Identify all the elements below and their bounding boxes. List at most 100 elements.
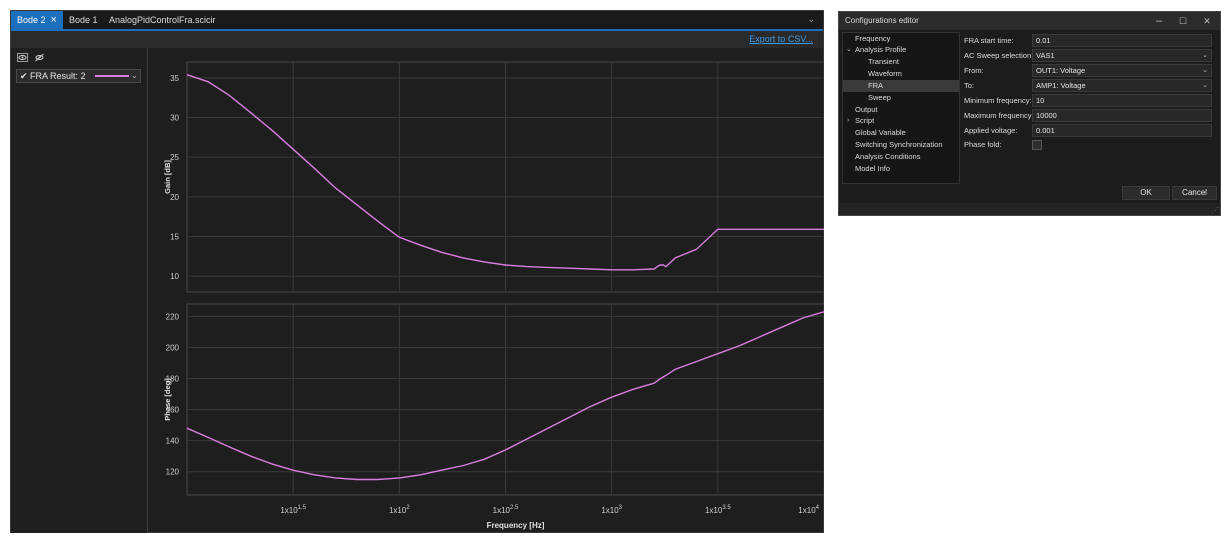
phase-y-tick-label: 220 [166, 312, 180, 321]
chevron-down-icon[interactable]: ⌄ [131, 70, 138, 82]
to-label: To: [964, 81, 975, 90]
tree-item-script[interactable]: › Script [843, 115, 959, 127]
visibility-toolbar [17, 52, 48, 63]
configurations-editor-dialog: Configurations editor – ☐ ✕ Frequency ⌄ A… [838, 11, 1221, 216]
chevron-down-icon: ⌄ [1202, 52, 1208, 59]
tab-label: AnalogPidControlFra.scicir [109, 15, 216, 25]
phase-x-tick-label: 1x103 [601, 505, 622, 515]
tree-item-label: FRA [868, 81, 883, 90]
tree-item-sweep[interactable]: Sweep [843, 92, 959, 104]
phase-fold-label: Phase fold: [964, 140, 1002, 149]
chevron-right-icon[interactable]: › [847, 115, 849, 127]
phase-x-tick-label: 1x104 [798, 505, 819, 515]
tab-bar: Bode 2 × Bode 1 AnalogPidControlFra.scici… [11, 11, 823, 30]
dialog-footer: ⋰ [839, 203, 1220, 215]
phase-chart: 120140160180200220Phase [deg]1x101.5 1x10… [163, 303, 824, 530]
legend-label: FRA Result: 2 [30, 71, 86, 81]
gain-y-tick-label: 30 [170, 114, 179, 123]
chevron-down-icon[interactable]: ⌄ [846, 44, 852, 56]
phase-y-tick-label: 200 [166, 343, 180, 352]
maximize-icon[interactable]: ☐ [1176, 12, 1190, 30]
phase-x-axis-label: Frequency [Hz] [487, 521, 545, 530]
fra-start-time-input[interactable]: 0.01 [1032, 34, 1212, 47]
field-value: OUT1: Voltage [1036, 66, 1086, 75]
chevron-down-icon: ⌄ [1202, 67, 1208, 74]
tree-item-waveform[interactable]: Waveform [843, 68, 959, 80]
tab-bode-1[interactable]: Bode 1 [63, 11, 104, 30]
ac-sweep-selection-label: AC Sweep selection: [964, 51, 1034, 60]
tree-item-label: Analysis Profile [855, 45, 907, 54]
close-icon[interactable]: × [51, 14, 57, 26]
phase-x-tick-label: 1x102.5 [493, 505, 519, 515]
eye-icon[interactable] [17, 52, 28, 62]
phase-y-tick-label: 120 [166, 468, 180, 477]
tree-item-model-info[interactable]: Model Info [843, 163, 959, 175]
tab-analog-pid-control[interactable]: AnalogPidControlFra.scicir [103, 11, 222, 30]
minimum-frequency-label: Minimum frequency: [964, 96, 1032, 105]
tree-item-label: Waveform [868, 69, 902, 78]
tree-item-analysis-conditions[interactable]: Analysis Conditions [843, 151, 959, 163]
fra-settings-form: FRA start time: 0.01 AC Sweep selection:… [962, 32, 1217, 187]
eye-off-icon[interactable] [34, 53, 45, 62]
gain-y-tick-label: 10 [170, 272, 179, 281]
phase-x-tick-label: 1x103.5 [705, 505, 731, 515]
tab-bode-2[interactable]: Bode 2 × [11, 11, 63, 30]
applied-voltage-input[interactable]: 0.001 [1032, 124, 1212, 137]
tree-item-label: Switching Synchronization [855, 140, 943, 149]
tree-item-label: Script [855, 116, 875, 125]
tree-item-switching-synchronization[interactable]: Switching Synchronization [843, 139, 959, 151]
dialog-title-bar: Configurations editor – ☐ ✕ [839, 12, 1220, 30]
legend-item-fra-result-2[interactable]: ✔ FRA Result: 2 ⌄ [16, 69, 141, 83]
maximum-frequency-input[interactable]: 10000 [1032, 109, 1212, 122]
field-value: 10000 [1036, 111, 1057, 120]
minimum-frequency-input[interactable]: 10 [1032, 94, 1212, 107]
tree-item-label: Model Info [855, 164, 891, 173]
tab-list-dropdown-icon[interactable]: ⌄ [807, 14, 815, 25]
legend-line-swatch [95, 75, 129, 77]
ac-sweep-selection-dropdown[interactable]: VAS1 ⌄ [1032, 49, 1212, 62]
phase-x-tick-label: 1x102 [389, 505, 410, 515]
tree-item-fra[interactable]: FRA [843, 80, 959, 92]
from-dropdown[interactable]: OUT1: Voltage ⌄ [1032, 64, 1212, 77]
export-to-csv-link[interactable]: Export to CSV... [749, 34, 813, 44]
tree-item-analysis-profile[interactable]: ⌄ Analysis Profile [843, 44, 959, 56]
resize-grip-icon[interactable]: ⋰ [1211, 206, 1219, 215]
phase-x-tick-label: 1x101.5 [280, 505, 306, 515]
tree-item-label: Global Variable [855, 128, 906, 137]
field-value: VAS1 [1036, 51, 1055, 60]
dialog-title: Configurations editor [845, 16, 919, 25]
tree-item-label: Sweep [868, 93, 891, 102]
ok-button[interactable]: OK [1122, 186, 1170, 200]
tree-item-label: Transient [868, 57, 899, 66]
chevron-down-icon: ⌄ [1202, 82, 1208, 89]
field-value: 0.01 [1036, 36, 1051, 45]
field-value: 0.001 [1036, 126, 1055, 135]
legend-panel: ✔ FRA Result: 2 ⌄ [11, 48, 148, 533]
field-value: AMP1: Voltage [1036, 81, 1086, 90]
to-dropdown[interactable]: AMP1: Voltage ⌄ [1032, 79, 1212, 92]
gain-y-axis-label: Gain [dB] [163, 160, 172, 194]
gain-chart: 101520253035Gain [dB] [163, 61, 824, 293]
phase-y-axis-label: Phase [deg] [163, 378, 172, 421]
tree-item-label: Analysis Conditions [855, 152, 921, 161]
tree-item-global-variable[interactable]: Global Variable [843, 127, 959, 139]
bode-plot-area[interactable]: 101520253035Gain [dB] 120140160180200220… [148, 48, 824, 533]
phase-fold-checkbox[interactable] [1032, 140, 1042, 150]
fra-start-time-label: FRA start time: [964, 36, 1014, 45]
tree-item-transient[interactable]: Transient [843, 56, 959, 68]
bode-plot-window: Bode 2 × Bode 1 AnalogPidControlFra.scici… [10, 10, 824, 533]
field-value: 10 [1036, 96, 1045, 105]
maximum-frequency-label: Maximum frequency: [964, 111, 1034, 120]
plot-toolbar: Export to CSV... [11, 31, 823, 48]
from-label: From: [964, 66, 984, 75]
cancel-button[interactable]: Cancel [1172, 186, 1217, 200]
gain-y-tick-label: 35 [170, 74, 179, 83]
close-icon[interactable]: ✕ [1200, 12, 1214, 30]
tab-label: Bode 2 [17, 15, 46, 25]
checkmark-icon[interactable]: ✔ [20, 70, 28, 82]
applied-voltage-label: Applied voltage: [964, 126, 1018, 135]
phase-y-tick-label: 140 [166, 437, 180, 446]
tab-label: Bode 1 [69, 15, 98, 25]
minimize-icon[interactable]: – [1152, 12, 1166, 30]
settings-tree: Frequency ⌄ Analysis Profile Transient Wa… [842, 32, 960, 184]
